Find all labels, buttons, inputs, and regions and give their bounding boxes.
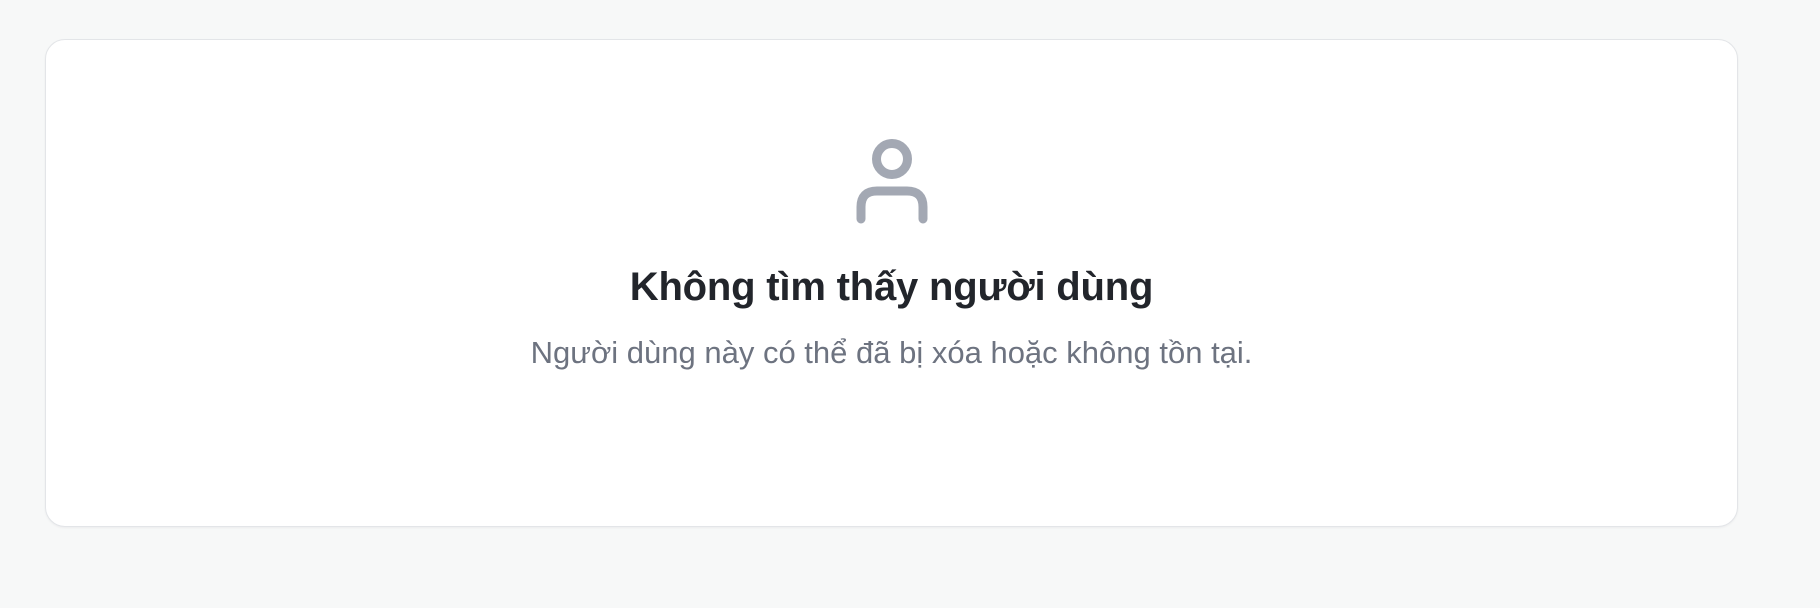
empty-state-card: Không tìm thấy người dùng Người dùng này… (45, 39, 1738, 527)
user-icon (856, 139, 927, 224)
empty-state-message: Người dùng này có thể đã bị xóa hoặc khô… (530, 335, 1253, 370)
empty-state-title: Không tìm thấy người dùng (629, 265, 1154, 309)
